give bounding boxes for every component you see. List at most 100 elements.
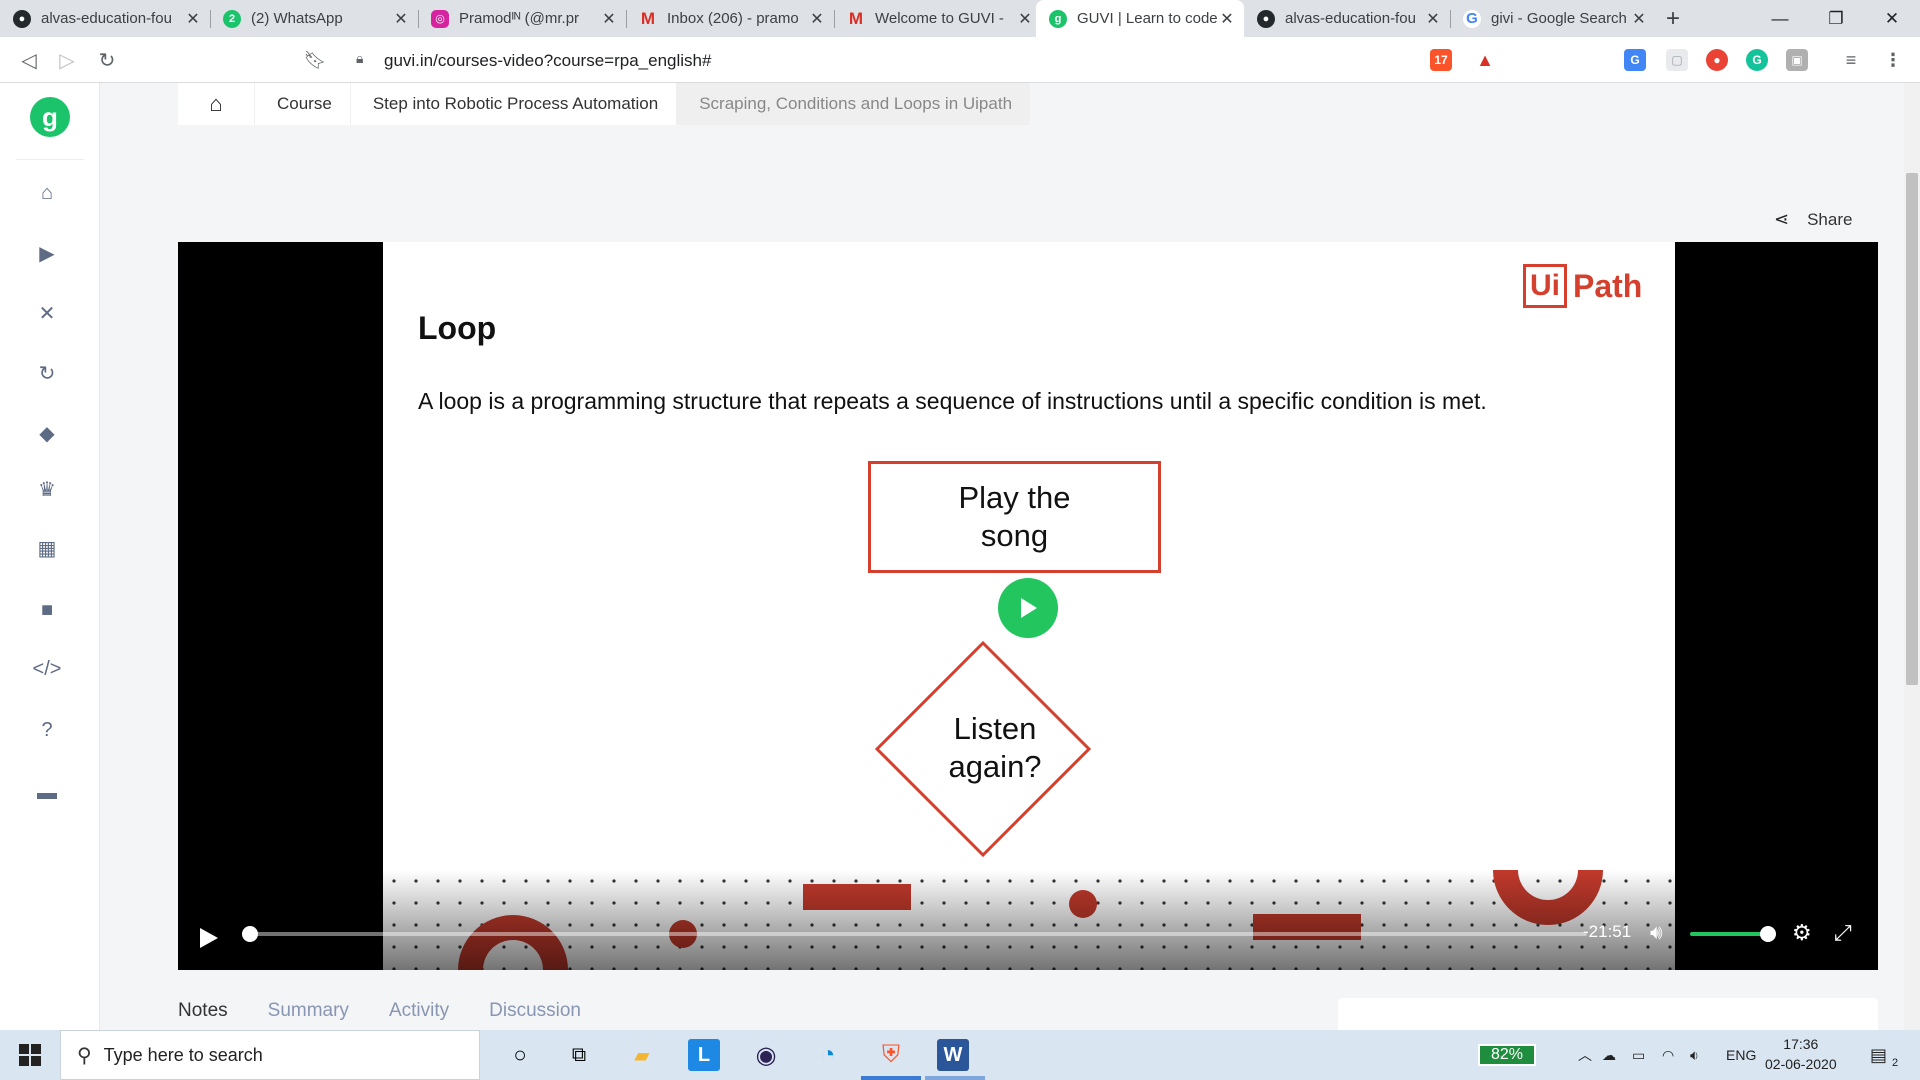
progress-bar[interactable] xyxy=(242,926,1587,942)
practice-icon[interactable]: ✕ xyxy=(34,300,60,326)
notification-icon[interactable]: ▤ xyxy=(1870,1030,1887,1080)
guvi-icon: g xyxy=(1049,9,1067,28)
tag-icon[interactable]: ◆ xyxy=(34,420,60,446)
briefcase-icon[interactable]: ■ xyxy=(34,597,60,623)
onedrive-icon[interactable]: ☁ xyxy=(1602,1030,1616,1080)
video-player[interactable]: Loop A loop is a programming structure t… xyxy=(178,242,1878,970)
home-icon[interactable]: ⌂ xyxy=(34,180,60,206)
close-icon[interactable]: ✕ xyxy=(184,9,202,29)
minimize-icon[interactable]: — xyxy=(1752,0,1808,37)
breadcrumb-course-name[interactable]: Step into Robotic Process Automation xyxy=(349,83,677,125)
close-icon[interactable]: ✕ xyxy=(1424,9,1442,29)
volume-icon[interactable]: 🔊︎ xyxy=(1650,922,1663,945)
whatsapp-icon: 2 xyxy=(223,9,241,28)
battery-indicator[interactable]: 82% xyxy=(1478,1044,1536,1066)
reload-icon[interactable]: ↻ xyxy=(92,45,122,75)
progress-knob[interactable] xyxy=(242,926,258,942)
browser-tab[interactable]: G givi - Google Search ✕ xyxy=(1450,0,1656,37)
clock[interactable]: 17:36 02-06-2020 xyxy=(1765,1034,1837,1074)
courses-icon[interactable]: ▶ xyxy=(34,240,60,266)
browser-toolbar: ◁ ▷ ↻ 🔖︎ 🔒︎ guvi.in/courses-video?course… xyxy=(0,37,1920,83)
address-bar[interactable]: 🔒︎ guvi.in/courses-video?course=rpa_engl… xyxy=(344,42,1414,78)
browser-tab[interactable]: M Inbox (206) - pramo ✕ xyxy=(626,0,834,37)
eclipse-icon[interactable]: ◉ xyxy=(750,1039,782,1071)
close-icon[interactable]: ✕ xyxy=(1630,9,1648,29)
forward-icon[interactable]: ▷ xyxy=(52,45,82,75)
browser-tab[interactable]: ● alvas-education-fou ✕ xyxy=(0,0,210,37)
play-icon xyxy=(200,928,218,948)
word-icon[interactable]: W xyxy=(937,1039,969,1071)
task-view-icon[interactable]: ⧉ xyxy=(563,1039,595,1071)
grammarly-icon[interactable]: G xyxy=(1746,49,1768,71)
translate-icon[interactable]: G xyxy=(1624,49,1646,71)
gear-icon[interactable]: ⚙ xyxy=(1792,920,1812,946)
tab-title: (2) WhatsApp xyxy=(251,10,343,27)
guvi-logo[interactable]: g xyxy=(30,97,70,137)
adblock-icon[interactable]: ● xyxy=(1706,49,1728,71)
close-window-icon[interactable]: ✕ xyxy=(1864,0,1920,37)
browser-tab[interactable]: 2 (2) WhatsApp ✕ xyxy=(210,0,418,37)
menu-icon[interactable]: ⋮ xyxy=(1882,49,1904,71)
notification-count: 2 xyxy=(1892,1057,1899,1069)
launcher-icon[interactable]: L xyxy=(688,1039,720,1071)
browser-tabstrip: ● alvas-education-fou ✕ 2 (2) WhatsApp ✕… xyxy=(0,0,1920,37)
breadcrumb-course[interactable]: Course xyxy=(254,83,350,125)
extension-icon[interactable]: ▢ xyxy=(1666,49,1688,71)
new-tab-icon[interactable]: + xyxy=(1658,4,1688,34)
home-icon[interactable]: ⌂ xyxy=(178,83,254,125)
browser-tab-active[interactable]: g GUVI | Learn to code ✕ xyxy=(1036,0,1244,37)
media-control-icon[interactable]: ≡ xyxy=(1840,49,1862,71)
wifi-icon[interactable]: ◠ xyxy=(1662,1030,1674,1080)
play-overlay-button[interactable] xyxy=(998,578,1058,638)
browser-tab[interactable]: ◎ Pramodᴵᴺ (@mr.pr ✕ xyxy=(418,0,626,37)
tab-title: GUVI | Learn to code xyxy=(1077,10,1218,27)
gift-icon[interactable]: ▦ xyxy=(34,535,60,561)
progress-icon[interactable]: ↻ xyxy=(34,360,60,386)
close-icon[interactable]: ✕ xyxy=(392,9,410,29)
play-button[interactable] xyxy=(198,926,222,952)
brave-rewards-icon[interactable]: ▲ xyxy=(1474,49,1496,71)
file-explorer-icon[interactable]: ▰ xyxy=(626,1039,658,1071)
crown-icon[interactable]: ♛ xyxy=(34,476,60,502)
clock-date: 02-06-2020 xyxy=(1765,1056,1837,1072)
battery-icon[interactable]: ▭ xyxy=(1632,1030,1645,1080)
back-icon[interactable]: ◁ xyxy=(14,45,44,75)
url-text[interactable]: guvi.in/courses-video?course=rpa_english… xyxy=(384,51,711,71)
cortana-icon[interactable]: ○ xyxy=(504,1039,536,1071)
github-icon: ● xyxy=(1257,9,1275,28)
language-indicator[interactable]: ENG xyxy=(1726,1030,1756,1080)
share-button[interactable]: ⋖ Share xyxy=(1774,209,1852,230)
tab-summary[interactable]: Summary xyxy=(268,1000,349,1022)
scrollbar-thumb[interactable] xyxy=(1906,173,1918,685)
brave-icon[interactable]: ⛨ xyxy=(875,1039,907,1071)
chat-icon[interactable]: ▬ xyxy=(34,780,60,806)
edge-icon[interactable]: ◔ xyxy=(812,1039,844,1071)
speaker-icon[interactable]: 🔉︎ xyxy=(1690,1030,1699,1080)
share-label: Share xyxy=(1807,209,1853,229)
tab-notes[interactable]: Notes xyxy=(178,1000,228,1022)
help-icon[interactable]: ? xyxy=(34,717,60,743)
volume-knob[interactable] xyxy=(1760,926,1776,942)
tab-discussion[interactable]: Discussion xyxy=(489,1000,581,1022)
volume-slider[interactable] xyxy=(1690,926,1776,942)
browser-tab[interactable]: M Welcome to GUVI - ✕ xyxy=(834,0,1042,37)
restore-icon[interactable]: ❐ xyxy=(1808,0,1864,37)
brave-shields-icon[interactable]: 17 xyxy=(1430,49,1452,71)
tray-chevron-icon[interactable]: ︿ xyxy=(1578,1030,1592,1080)
code-icon[interactable]: </> xyxy=(33,656,62,682)
flowchart-process-label: Play the song xyxy=(958,480,1071,553)
close-icon[interactable]: ✕ xyxy=(1016,9,1034,29)
bookmark-icon[interactable]: 🔖︎ xyxy=(300,45,330,75)
sidebar: g ⌂ ▶ ✕ ↻ ◆ ♛ ▦ ■ </> ? ▬ xyxy=(0,83,100,1030)
uipath-logo-path: Path xyxy=(1573,267,1643,304)
close-icon[interactable]: ✕ xyxy=(1218,9,1236,29)
taskbar-search[interactable]: ⚲ Type here to search xyxy=(60,1030,480,1080)
browser-tab[interactable]: ● alvas-education-fou ✕ xyxy=(1244,0,1450,37)
pdf-icon[interactable]: ▣ xyxy=(1786,49,1808,71)
close-icon[interactable]: ✕ xyxy=(808,9,826,29)
tab-activity[interactable]: Activity xyxy=(389,1000,449,1022)
player-controls: -21:51 🔊︎ ⚙ ⤢ xyxy=(178,870,1878,970)
fullscreen-icon[interactable]: ⤢ xyxy=(1834,920,1852,946)
windows-start-icon[interactable] xyxy=(0,1030,60,1080)
close-icon[interactable]: ✕ xyxy=(600,9,618,29)
